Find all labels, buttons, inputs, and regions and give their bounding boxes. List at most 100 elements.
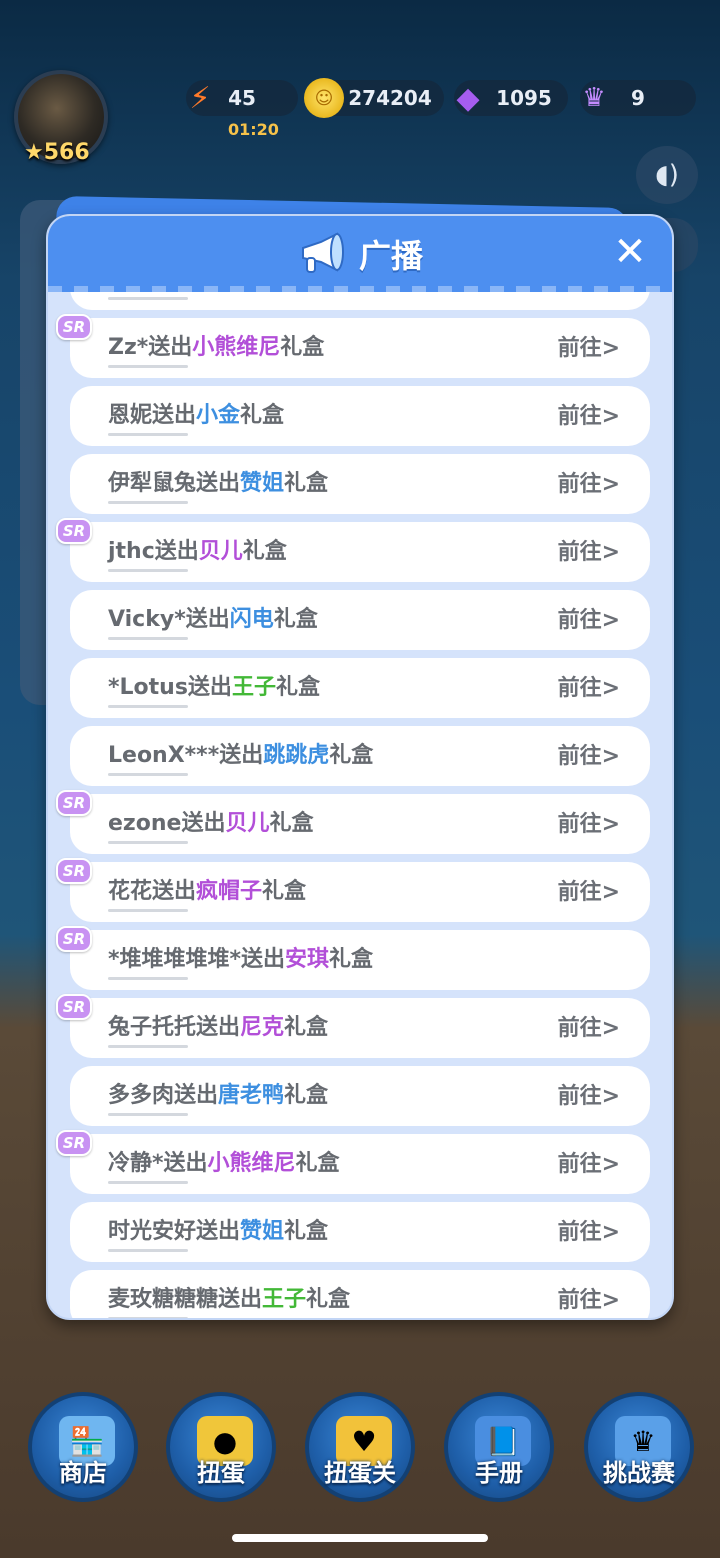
broadcast-gift-suffix: 礼盒 <box>284 1219 329 1244</box>
broadcast-gift-suffix: 礼盒 <box>262 879 307 904</box>
sr-badge: SR <box>56 1130 92 1156</box>
broadcast-text: 花花送出疯帽子礼盒 <box>108 862 306 922</box>
broadcast-text: ezone送出贝儿礼盒 <box>108 794 313 854</box>
broadcast-gift-suffix: 礼盒 <box>273 607 318 632</box>
nav-button-4[interactable]: 📘 手册 <box>444 1392 554 1502</box>
goto-link[interactable]: 前往> <box>558 522 620 582</box>
broadcast-row[interactable]: 麦玫糖糖糖送出王子礼盒 前往> <box>70 1270 650 1318</box>
goto-link[interactable]: 前往> <box>558 658 620 718</box>
broadcast-row[interactable]: SR ezone送出贝儿礼盒 前往> <box>56 790 650 854</box>
coin-icon: ☺ <box>304 78 344 118</box>
home-indicator[interactable] <box>232 1534 488 1542</box>
broadcast-text: Zz*送出小熊维尼礼盒 <box>108 318 324 378</box>
broadcast-row[interactable]: 皓哥妹儿送出米奇礼盒 前往> <box>70 292 650 310</box>
broadcast-row[interactable]: LeonX***送出跳跳虎礼盒 前往> <box>70 726 650 786</box>
broadcast-text: 兔子托托送出尼克礼盒 <box>108 998 328 1058</box>
user-underline <box>108 1045 188 1048</box>
broadcast-row[interactable]: 时光安好送出赞姐礼盒 前往> <box>70 1202 650 1262</box>
goto-link[interactable]: 前往> <box>558 1066 620 1126</box>
nav-button-3[interactable]: ♥ 扭蛋关 <box>305 1392 415 1502</box>
broadcast-row[interactable]: SR jthc送出贝儿礼盒 前往> <box>56 518 650 582</box>
broadcast-text: *堆堆堆堆堆*送出安琪礼盒 <box>108 930 373 990</box>
sr-badge: SR <box>56 790 92 816</box>
player-level: ★566 <box>24 140 90 165</box>
goto-link[interactable]: 前往> <box>558 862 620 922</box>
broadcast-text: 皓哥妹儿送出米奇礼盒 <box>108 292 328 310</box>
broadcast-row[interactable]: 恩妮送出小金礼盒 前往> <box>70 386 650 446</box>
goto-link[interactable]: 前往> <box>558 1270 620 1318</box>
gems-counter[interactable]: ◆ 1095 <box>454 80 568 116</box>
energy-counter[interactable]: ⚡ 45 <box>186 80 298 116</box>
broadcast-gift-name: 疯帽子 <box>196 879 263 904</box>
gem-icon: ◆ <box>456 80 480 116</box>
nav-button-2[interactable]: ● 扭蛋 <box>166 1392 276 1502</box>
broadcast-row[interactable]: Vicky*送出闪电礼盒 前往> <box>70 590 650 650</box>
goto-link[interactable]: 前往> <box>558 726 620 786</box>
modal-title: 广播 <box>358 237 423 275</box>
broadcast-row[interactable]: 多多肉送出唐老鸭礼盒 前往> <box>70 1066 650 1126</box>
broadcast-gift-suffix: 礼盒 <box>284 1083 329 1108</box>
broadcast-row[interactable]: SR 兔子托托送出尼克礼盒 前往> <box>56 994 650 1058</box>
nav-button-1[interactable]: 🏪 商店 <box>28 1392 138 1502</box>
broadcast-gift-suffix: 礼盒 <box>240 403 285 428</box>
broadcast-gift-suffix: 礼盒 <box>280 335 325 360</box>
goto-link[interactable]: 前往> <box>558 1202 620 1262</box>
goto-link[interactable]: 前往> <box>558 998 620 1058</box>
broadcast-sent-word: 送出 <box>196 471 241 496</box>
broadcast-sent-word: 送出 <box>148 335 193 360</box>
crowns-counter[interactable]: ♛ 9 <box>580 80 696 116</box>
broadcast-gift-suffix: 礼盒 <box>284 471 329 496</box>
user-underline <box>108 1317 188 1318</box>
goto-link[interactable]: 前往> <box>558 1134 620 1194</box>
broadcast-user: Zz* <box>108 335 149 360</box>
broadcast-text: LeonX***送出跳跳虎礼盒 <box>108 726 373 786</box>
nav-label: 手册 <box>475 1459 523 1487</box>
broadcast-row[interactable]: SR Zz*送出小熊维尼礼盒 前往> <box>56 314 650 378</box>
goto-link[interactable]: 前往> <box>558 794 620 854</box>
broadcast-text: Vicky*送出闪电礼盒 <box>108 590 318 650</box>
broadcast-gift-name: 王子 <box>231 675 276 700</box>
broadcast-sent-word: 送出 <box>241 947 286 972</box>
speaker-icon: ◖) <box>655 160 679 190</box>
broadcast-user: ezone <box>108 811 182 836</box>
user-underline <box>108 1113 188 1116</box>
broadcast-row[interactable]: SR 花花送出疯帽子礼盒 前往> <box>56 858 650 922</box>
broadcast-list[interactable]: 皓哥妹儿送出米奇礼盒前往>SRZz*送出小熊维尼礼盒前往>恩妮送出小金礼盒前往>… <box>48 292 672 1318</box>
broadcast-user: *堆堆堆堆堆* <box>108 947 242 972</box>
broadcast-sent-word: 送出 <box>174 1083 219 1108</box>
broadcast-row[interactable]: 伊犁鼠兔送出赞姐礼盒 前往> <box>70 454 650 514</box>
goto-link[interactable]: 前往> <box>558 386 620 446</box>
megaphone-icon <box>301 232 344 273</box>
broadcast-sent-word: 送出 <box>152 403 197 428</box>
coins-counter[interactable]: ☺ 274204 <box>304 78 444 118</box>
broadcast-sent-word: 送出 <box>181 811 226 836</box>
close-button[interactable]: ✕ <box>610 232 650 272</box>
broadcast-gift-name: 小熊维尼 <box>207 1151 296 1176</box>
broadcast-text: 冷静*送出小熊维尼礼盒 <box>108 1134 340 1194</box>
broadcast-toggle-button[interactable]: ◖) <box>636 146 698 204</box>
goto-link[interactable]: 前往> <box>558 292 620 310</box>
broadcast-sent-word: 送出 <box>187 675 232 700</box>
goto-link[interactable]: 前往> <box>558 318 620 378</box>
broadcast-row[interactable]: SR 冷静*送出小熊维尼礼盒 前往> <box>56 1130 650 1194</box>
broadcast-text: *Lotus送出王子礼盒 <box>108 658 320 718</box>
broadcast-row[interactable]: SR *堆堆堆堆堆*送出安琪礼盒 <box>56 926 650 990</box>
broadcast-user: 麦玫糖糖糖 <box>108 1287 219 1312</box>
user-underline <box>108 1249 188 1252</box>
broadcast-gift-suffix: 礼盒 <box>306 1287 351 1312</box>
goto-link[interactable]: 前往> <box>558 454 620 514</box>
sr-badge: SR <box>56 858 92 884</box>
broadcast-sent-word: 送出 <box>219 743 264 768</box>
goto-link[interactable]: 前往> <box>558 590 620 650</box>
crown-icon: ♛ <box>582 83 606 113</box>
broadcast-row[interactable]: *Lotus送出王子礼盒 前往> <box>70 658 650 718</box>
sr-badge: SR <box>56 926 92 952</box>
broadcast-gift-name: 安琪 <box>285 947 330 972</box>
broadcast-user: 冷静* <box>108 1151 164 1176</box>
broadcast-gift-suffix: 礼盒 <box>284 1015 329 1040</box>
player-level-value: 566 <box>43 140 90 165</box>
user-underline <box>108 569 188 572</box>
broadcast-sent-word: 送出 <box>152 879 197 904</box>
nav-button-5[interactable]: ♛ 挑战赛 <box>584 1392 694 1502</box>
broadcast-gift-name: 小熊维尼 <box>192 335 281 360</box>
